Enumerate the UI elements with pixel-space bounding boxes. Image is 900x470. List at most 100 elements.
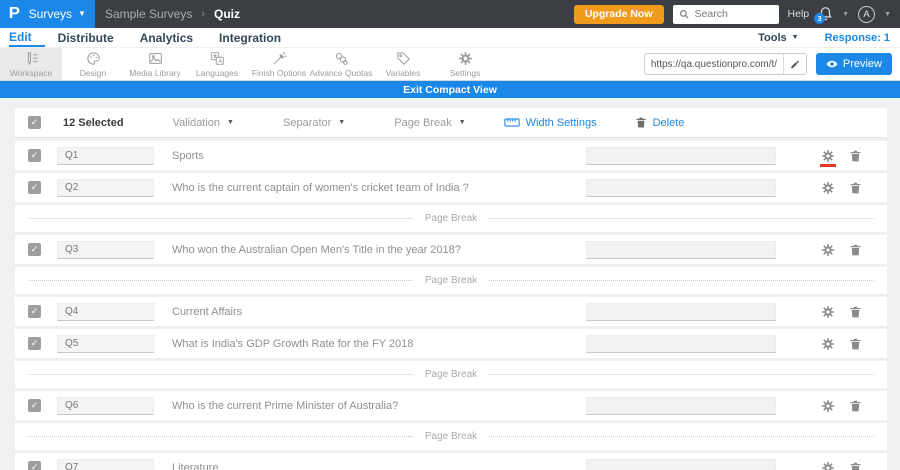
survey-url-input[interactable] <box>644 54 783 74</box>
question-code-input[interactable] <box>57 396 154 415</box>
question-settings-gear-icon[interactable] <box>821 243 835 257</box>
select-all-checkbox[interactable]: ✓ <box>28 116 41 129</box>
preview-button[interactable]: Preview <box>815 53 892 75</box>
languages-icon: A <box>210 51 225 66</box>
chevron-down-icon[interactable]: ▼ <box>842 11 849 18</box>
separator-dropdown[interactable]: Separator ▼ <box>283 117 345 129</box>
separator-dropdown-label: Separator <box>282 116 332 129</box>
toolbar-items: Workspace Design Media Library A Languages Fi… <box>0 48 496 80</box>
toolbar-item-settings[interactable]: Settings <box>434 48 496 80</box>
toolbar-right: Preview <box>643 48 900 80</box>
question-settings-gear-icon[interactable] <box>820 149 836 167</box>
chevron-down-icon: ▼ <box>338 119 346 126</box>
tab-edit[interactable]: Edit <box>9 28 45 47</box>
row-checkbox[interactable]: ✓ <box>28 337 41 350</box>
search-icon <box>679 9 688 19</box>
page-break-label: Page Break <box>424 431 478 442</box>
tab-integration[interactable]: Integration <box>206 28 294 47</box>
question-text[interactable]: What is India's GDP Growth Rate for the … <box>172 338 413 350</box>
edit-url-button[interactable] <box>782 54 806 74</box>
surveys-dropdown[interactable]: Surveys ▼ <box>29 7 86 21</box>
breadcrumb-current: Quiz <box>214 7 240 21</box>
answer-field[interactable] <box>586 334 776 353</box>
help-link[interactable]: Help <box>788 8 810 20</box>
question-delete-trash-icon[interactable] <box>849 181 862 195</box>
tab-analytics[interactable]: Analytics <box>127 28 206 47</box>
question-delete-trash-icon[interactable] <box>849 149 862 163</box>
page-break-line <box>489 280 875 281</box>
row-checkbox[interactable]: ✓ <box>28 243 41 256</box>
question-delete-trash-icon[interactable] <box>849 399 862 413</box>
page-break-dropdown[interactable]: Page Break ▼ <box>394 117 465 129</box>
question-text[interactable]: Literature <box>172 462 218 470</box>
question-delete-trash-icon[interactable] <box>849 337 862 351</box>
question-settings-gear-icon[interactable] <box>821 337 835 351</box>
design-icon <box>86 51 101 66</box>
exit-compact-view-bar[interactable]: Exit Compact View <box>0 81 900 98</box>
upgrade-now-button[interactable]: Upgrade Now <box>573 4 664 24</box>
delete-button[interactable]: Delete <box>635 116 685 129</box>
question-code-input[interactable] <box>57 458 154 470</box>
answer-field[interactable] <box>586 178 776 197</box>
answer-field[interactable] <box>586 396 776 415</box>
answer-field[interactable] <box>586 458 776 470</box>
breadcrumb-parent[interactable]: Sample Surveys <box>105 7 192 21</box>
answer-field[interactable] <box>586 146 776 165</box>
toolbar-item-variables[interactable]: Variables <box>372 48 434 80</box>
search-input[interactable] <box>692 7 773 21</box>
question-code-input[interactable] <box>57 334 154 353</box>
toolbar-item-finish-options[interactable]: Finish Options <box>248 48 310 80</box>
notifications-bell[interactable]: 3 <box>814 6 833 24</box>
top-bar: P Surveys ▼ Sample Surveys › Quiz Upgrad… <box>0 0 900 28</box>
question-settings-gear-icon[interactable] <box>821 181 835 195</box>
width-settings-label: Width Settings <box>525 116 597 129</box>
toolbar-item-advance-quotas[interactable]: Advance Quotas <box>310 48 372 80</box>
question-rows: ✓ Sports ✓ Who is the current captain of… <box>15 141 887 470</box>
delete-label: Delete <box>652 116 685 129</box>
question-text[interactable]: Sports <box>172 150 204 162</box>
row-checkbox[interactable]: ✓ <box>28 305 41 318</box>
avatar[interactable]: A <box>858 5 876 23</box>
question-code-input[interactable] <box>57 178 154 197</box>
question-settings-gear-icon[interactable] <box>821 399 835 413</box>
width-settings-button[interactable]: Width Settings <box>504 117 597 129</box>
answer-field[interactable] <box>586 240 776 259</box>
survey-url-box <box>643 53 807 75</box>
toolbar-item-workspace[interactable]: Workspace <box>0 48 62 80</box>
response-count[interactable]: Response: 1 <box>825 32 890 44</box>
chevron-down-icon: ▼ <box>78 9 86 18</box>
toolbar-item-media-library[interactable]: Media Library <box>124 48 186 80</box>
toolbar-item-design[interactable]: Design <box>62 48 124 80</box>
question-row: ✓ Sports <box>15 141 887 170</box>
question-code-input[interactable] <box>57 240 154 259</box>
question-text[interactable]: Who is the current captain of women's cr… <box>172 182 469 194</box>
row-checkbox[interactable]: ✓ <box>28 149 41 162</box>
question-row: ✓ Who is the current Prime Minister of A… <box>15 391 887 420</box>
search-box[interactable] <box>672 4 779 24</box>
question-code-input[interactable] <box>57 146 154 165</box>
question-text[interactable]: Who won the Australian Open Men's Title … <box>172 244 461 256</box>
question-settings-gear-icon[interactable] <box>821 461 835 470</box>
chevron-down-icon[interactable]: ▼ <box>884 11 891 18</box>
page-break-line <box>489 436 875 437</box>
validation-dropdown[interactable]: Validation ▼ <box>173 117 234 129</box>
notification-count-badge: 3 <box>814 13 826 24</box>
tools-menu[interactable]: Tools ▼ <box>758 32 798 44</box>
page-break-row: Page Break <box>15 267 887 294</box>
tab-distribute[interactable]: Distribute <box>45 28 127 47</box>
question-settings-gear-icon[interactable] <box>821 305 835 319</box>
question-delete-trash-icon[interactable] <box>849 461 862 470</box>
question-text[interactable]: Current Affairs <box>172 306 242 318</box>
row-checkbox[interactable]: ✓ <box>28 461 41 470</box>
row-checkbox[interactable]: ✓ <box>28 399 41 412</box>
row-checkbox[interactable]: ✓ <box>28 181 41 194</box>
question-row: ✓ Literature <box>15 453 887 470</box>
question-delete-trash-icon[interactable] <box>849 305 862 319</box>
question-code-input[interactable] <box>57 302 154 321</box>
question-list-area: ✓ 12 Selected Validation ▼ Separator ▼ P… <box>0 98 900 470</box>
question-delete-trash-icon[interactable] <box>849 243 862 257</box>
question-text[interactable]: Who is the current Prime Minister of Aus… <box>172 400 398 412</box>
toolbar-item-languages[interactable]: A Languages <box>186 48 248 80</box>
selected-count: 12 Selected <box>63 116 124 129</box>
answer-field[interactable] <box>586 302 776 321</box>
